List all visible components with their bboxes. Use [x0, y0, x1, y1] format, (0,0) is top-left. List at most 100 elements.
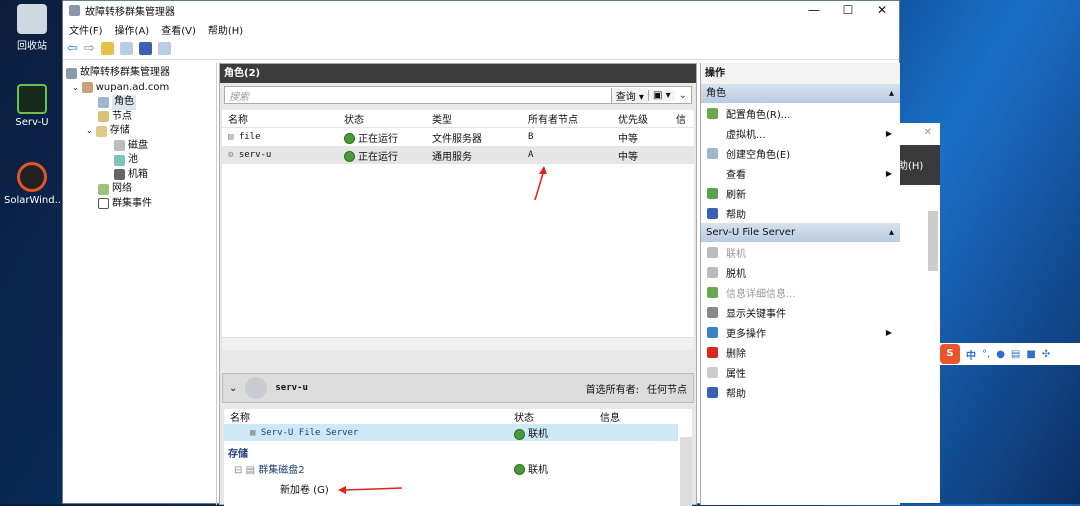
collapse-up-icon[interactable]: ▴: [889, 223, 894, 242]
collapse-up-icon[interactable]: ▴: [889, 84, 894, 103]
action-item[interactable]: 更多操作 ▶: [701, 322, 900, 342]
help-icon[interactable]: [138, 42, 152, 55]
tree-item-networks[interactable]: 网络: [66, 182, 213, 197]
expand-icon[interactable]: ⌄: [675, 90, 691, 101]
column-header[interactable]: 状态: [344, 111, 432, 126]
column-header[interactable]: 名称: [224, 409, 514, 424]
roles-table: 名称 状态 类型 所有者节点 优先级 信 ▤ file 正在运行 文件服务器 B…: [222, 110, 694, 350]
menu-view[interactable]: 查看(V): [161, 22, 196, 37]
resource-row[interactable]: ▦ Serv-U File Server 联机: [224, 424, 678, 441]
menu-file[interactable]: 文件(F): [69, 22, 103, 37]
help-icon: [707, 207, 718, 219]
actions-section-header[interactable]: Serv-U File Server ▴: [701, 223, 900, 242]
action-item[interactable]: 查看 ▶: [701, 163, 900, 183]
refresh-icon: [707, 187, 718, 199]
column-header[interactable]: 信息: [600, 409, 620, 424]
action-item[interactable]: 属性: [701, 362, 900, 382]
column-header[interactable]: 名称: [222, 111, 344, 126]
disk-row[interactable]: ⊟ ▤ 群集磁盘2 联机: [224, 459, 692, 477]
column-header[interactable]: 信: [676, 111, 694, 126]
column-header[interactable]: 状态: [514, 409, 600, 424]
offline-icon: [707, 266, 718, 278]
collapse-icon[interactable]: ⌄: [229, 383, 237, 394]
ime-lang[interactable]: 中: [966, 347, 976, 362]
column-header[interactable]: 所有者节点: [528, 111, 618, 126]
action-item[interactable]: 创建空角色(E): [701, 143, 900, 163]
close-icon[interactable]: ✕: [924, 127, 932, 138]
tree-item-roles[interactable]: 角色: [66, 95, 213, 110]
volume-label: 新加卷 (G): [280, 485, 329, 496]
role-type: 文件服务器: [432, 133, 482, 145]
show-hide-action-icon[interactable]: [157, 42, 171, 55]
navigation-tree: 故障转移群集管理器 ⌄ wupan.ad.com 角色 节点 ⌄ 存储 磁盘 池 机…: [63, 63, 217, 505]
horizontal-scrollbar[interactable]: [222, 337, 694, 350]
tree-cluster[interactable]: ⌄ wupan.ad.com: [66, 81, 213, 96]
keyboard-icon[interactable]: ▤: [1011, 349, 1020, 360]
action-item[interactable]: 虚拟机... ▶: [701, 123, 900, 143]
forward-icon[interactable]: ⇨: [84, 41, 95, 56]
ime-toolbar[interactable]: S 中 °, ● ▤ ■ ✣: [938, 343, 1080, 365]
query-button[interactable]: 查询 ▾: [610, 87, 648, 103]
toolbar: ⇦ ⇨: [63, 38, 899, 60]
action-item[interactable]: 配置角色(R)...: [701, 103, 900, 123]
show-hide-tree-icon[interactable]: [119, 42, 133, 55]
chevron-down-icon[interactable]: ⌄: [86, 124, 93, 139]
vertical-scrollbar[interactable]: [680, 437, 692, 506]
collapse-minus-icon[interactable]: ⊟: [234, 465, 246, 476]
role-priority: 中等: [618, 151, 638, 163]
actions-section-header[interactable]: 角色 ▴: [701, 84, 900, 103]
role-name: file: [238, 132, 261, 142]
tree-item-pools[interactable]: 池: [66, 153, 213, 168]
action-item[interactable]: 删除: [701, 342, 900, 362]
search-input[interactable]: 搜索: [229, 88, 611, 103]
column-header[interactable]: 优先级: [618, 111, 676, 126]
column-header[interactable]: 类型: [432, 111, 528, 126]
disk-name: 群集磁盘2: [258, 464, 305, 476]
table-row[interactable]: ⚙ serv-u 正在运行 通用服务 A 中等: [222, 146, 694, 164]
cluster-manager-icon: [66, 67, 77, 79]
action-item[interactable]: 显示关键事件: [701, 302, 900, 322]
tree-item-storage[interactable]: ⌄ 存储: [66, 124, 213, 139]
skin-icon[interactable]: ■: [1026, 349, 1035, 360]
tree-item-cluster-events[interactable]: 群集事件: [66, 197, 213, 212]
menu-fragment: 助(H): [898, 145, 940, 185]
minimize-button[interactable]: —: [797, 1, 831, 19]
chevron-down-icon[interactable]: ⌄: [72, 81, 79, 96]
storage-icon: [95, 125, 107, 137]
action-item[interactable]: 帮助: [701, 382, 900, 402]
tree-root[interactable]: 故障转移群集管理器: [66, 66, 213, 81]
microphone-icon[interactable]: ●: [996, 349, 1005, 360]
cluster-manager-window: 故障转移群集管理器 — ☐ ✕ 文件(F) 操作(A) 查看(V) 帮助(H) …: [62, 0, 900, 506]
tree-item-enclosures[interactable]: 机箱: [66, 168, 213, 183]
action-item[interactable]: 帮助: [701, 203, 900, 223]
desktop-icon-solarwinds[interactable]: SolarWind...: [4, 162, 64, 206]
save-query-button[interactable]: ▣ ▾: [647, 89, 675, 101]
desktop-icon-recycle-bin[interactable]: 回收站: [4, 4, 60, 52]
search-bar: 搜索 查询 ▾ ▣ ▾ ⌄: [224, 86, 692, 104]
action-item[interactable]: 脱机: [701, 262, 900, 282]
toolbox-icon[interactable]: ✣: [1042, 349, 1050, 360]
scrollbar[interactable]: [928, 211, 938, 271]
tree-label: 故障转移群集管理器: [80, 67, 170, 78]
action-item[interactable]: 联机: [701, 242, 900, 262]
desktop-icon-serv-u[interactable]: Serv-U: [4, 84, 60, 128]
ime-punct[interactable]: °,: [982, 349, 990, 360]
table-row[interactable]: ▤ file 正在运行 文件服务器 B 中等: [222, 128, 694, 146]
preferred-owner-value[interactable]: 任何节点: [647, 381, 687, 396]
online-icon: [514, 464, 525, 475]
nodes-icon: [98, 111, 109, 123]
tree-label: 池: [128, 154, 138, 165]
roles-header: 角色(2): [220, 64, 696, 83]
detail-header: ⌄ serv-u 首选所有者: 任何节点: [222, 373, 694, 403]
tree-item-disks[interactable]: 磁盘: [66, 139, 213, 154]
action-item[interactable]: 信息详细信息...: [701, 282, 900, 302]
menu-help[interactable]: 帮助(H): [208, 22, 243, 37]
back-icon[interactable]: ⇦: [67, 41, 78, 56]
close-button[interactable]: ✕: [865, 1, 899, 19]
menu-action[interactable]: 操作(A): [115, 22, 150, 37]
up-folder-icon[interactable]: [100, 42, 114, 55]
tree-item-nodes[interactable]: 节点: [66, 110, 213, 125]
action-item[interactable]: 刷新: [701, 183, 900, 203]
running-icon: [344, 133, 355, 144]
maximize-button[interactable]: ☐: [831, 1, 865, 19]
